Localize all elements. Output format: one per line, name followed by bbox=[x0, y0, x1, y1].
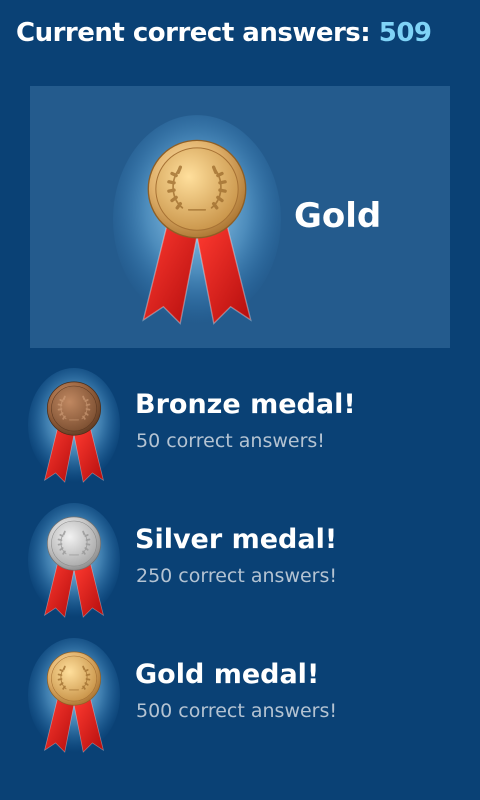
current-medal-label: Gold bbox=[294, 196, 382, 236]
gold-medal-icon bbox=[28, 637, 120, 753]
bronze-medal-icon bbox=[28, 367, 120, 483]
medal-title: Bronze medal! bbox=[135, 389, 356, 420]
list-item-bronze-medal: Bronze medal! 50 correct answers! bbox=[0, 364, 480, 488]
silver-medal-icon bbox=[28, 502, 120, 618]
current-medal-card: Gold bbox=[30, 86, 450, 348]
list-item-gold-medal: Gold medal! 500 correct answers! bbox=[0, 634, 480, 758]
current-score: Current correct answers: 509 bbox=[16, 18, 432, 48]
score-label: Current correct answers: bbox=[16, 18, 379, 48]
medal-title: Silver medal! bbox=[135, 524, 338, 555]
medal-requirement: 250 correct answers! bbox=[136, 565, 338, 587]
medal-requirement: 500 correct answers! bbox=[136, 700, 338, 722]
gold-medal-icon bbox=[113, 114, 281, 325]
medal-title: Gold medal! bbox=[135, 659, 320, 690]
medal-requirement: 50 correct answers! bbox=[136, 430, 325, 452]
score-count: 509 bbox=[378, 18, 432, 48]
list-item-silver-medal: Silver medal! 250 correct answers! bbox=[0, 499, 480, 623]
